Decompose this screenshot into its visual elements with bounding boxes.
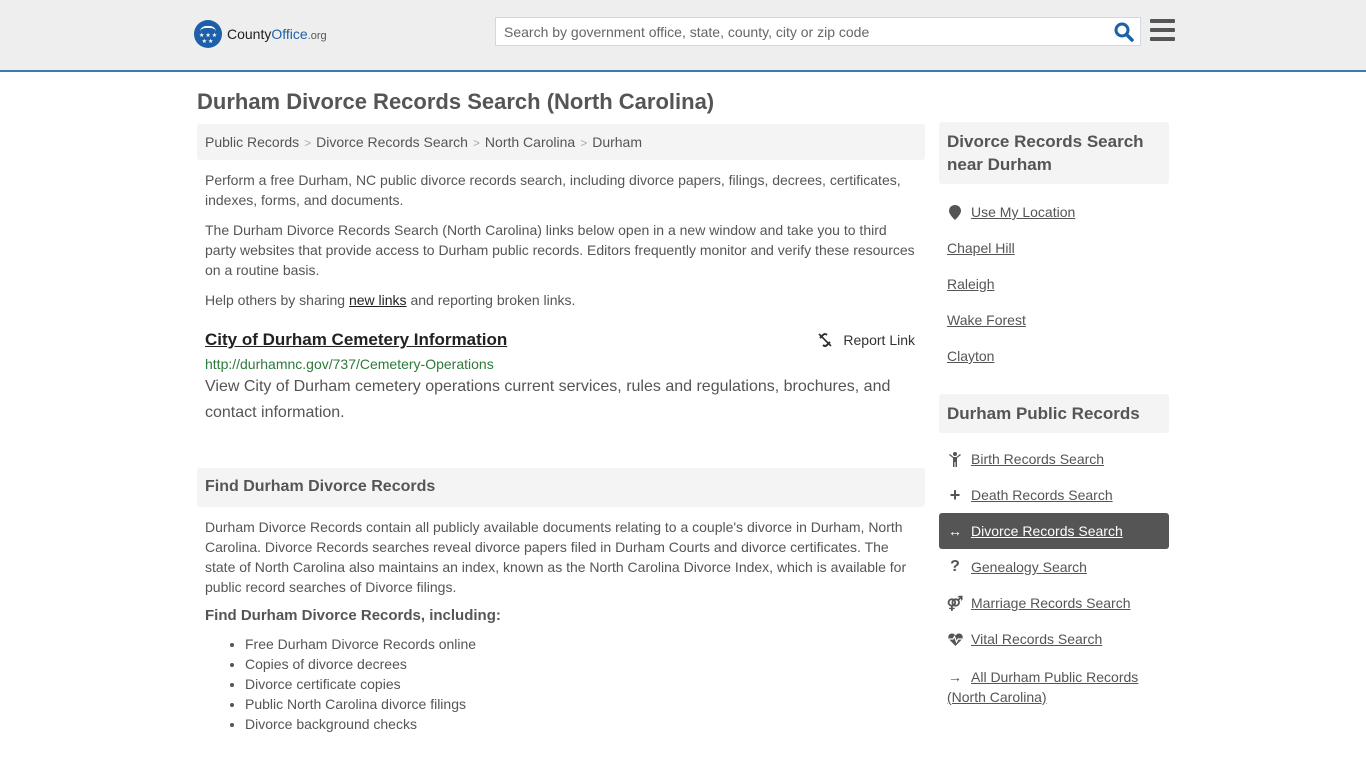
- heartbeat-icon: [947, 632, 963, 646]
- breadcrumb-north-carolina[interactable]: North Carolina: [485, 134, 575, 150]
- logo-text: CountyOffice.org: [227, 26, 327, 42]
- use-my-location-item[interactable]: Use My Location: [939, 194, 1169, 230]
- search-icon[interactable]: [1114, 22, 1134, 42]
- sidebar-item-vital-records[interactable]: Vital Records Search: [939, 621, 1169, 657]
- city-link-clayton[interactable]: Clayton: [947, 348, 994, 364]
- site-logo[interactable]: ★★★ ★★ CountyOffice.org: [194, 20, 327, 48]
- sidebar-item-genealogy[interactable]: ? Genealogy Search: [939, 549, 1169, 585]
- plus-icon: +: [949, 484, 961, 505]
- sidebar-item-death-records[interactable]: + Death Records Search: [939, 477, 1169, 513]
- disclaimer-paragraph: The Durham Divorce Records Search (North…: [205, 222, 915, 278]
- sidebar-item-birth-records[interactable]: Birth Records Search: [939, 441, 1169, 477]
- report-link-button[interactable]: Report Link: [817, 332, 915, 348]
- nearby-city-item[interactable]: Chapel Hill: [939, 230, 1169, 266]
- search-input[interactable]: [496, 18, 1096, 45]
- city-link-raleigh[interactable]: Raleigh: [947, 276, 994, 292]
- list-item: Public North Carolina divorce filings: [245, 694, 925, 714]
- search-box: [495, 17, 1141, 46]
- page-title: Durham Divorce Records Search (North Car…: [197, 89, 715, 114]
- question-icon: ?: [950, 558, 960, 575]
- share-paragraph: Help others by sharing new links and rep…: [205, 292, 576, 308]
- breadcrumb-separator: >: [580, 136, 588, 150]
- result-description: View City of Durham cemetery operations …: [205, 378, 891, 421]
- child-icon: [947, 451, 963, 467]
- list-item: Copies of divorce decrees: [245, 654, 925, 674]
- breadcrumb: Public Records > Divorce Records Search > No…: [197, 124, 925, 160]
- hamburger-menu-icon[interactable]: [1150, 19, 1175, 41]
- list-item: Free Durham Divorce Records online: [245, 634, 925, 654]
- sidebar-item-all-public-records[interactable]: → All Durham Public Records (North Caroli…: [939, 657, 1169, 707]
- breadcrumb-separator: >: [472, 136, 480, 150]
- breadcrumb-public-records[interactable]: Public Records: [205, 134, 299, 150]
- sidebar-item-marriage-records[interactable]: ⚤ Marriage Records Search: [939, 585, 1169, 621]
- sidebar: Divorce Records Search near Durham Use M…: [939, 122, 1169, 707]
- new-links-link[interactable]: new links: [349, 292, 407, 308]
- list-item: Divorce certificate copies: [245, 674, 925, 694]
- public-records-list: Birth Records Search + Death Records Sea…: [939, 441, 1169, 707]
- result-item: City of Durham Cemetery Information Repo…: [197, 330, 925, 426]
- breadcrumb-separator: >: [304, 136, 312, 150]
- nearby-list: Use My Location Chapel Hill Raleigh Wake…: [939, 194, 1169, 374]
- list-item: Divorce background checks: [245, 714, 925, 734]
- broken-link-icon: [818, 333, 832, 347]
- breadcrumb-divorce-records[interactable]: Divorce Records Search: [316, 134, 468, 150]
- result-title-link[interactable]: City of Durham Cemetery Information: [205, 330, 507, 349]
- use-my-location-link[interactable]: Use My Location: [971, 204, 1075, 220]
- arrows-h-icon: ↔: [948, 523, 962, 539]
- venus-mars-icon: ⚤: [946, 594, 964, 611]
- public-records-heading: Durham Public Records: [939, 394, 1169, 433]
- find-records-list: Free Durham Divorce Records online Copie…: [197, 634, 925, 734]
- nearby-city-item[interactable]: Wake Forest: [939, 302, 1169, 338]
- main-content: Public Records > Divorce Records Search > No…: [197, 124, 925, 734]
- sidebar-item-divorce-records[interactable]: ↔ Divorce Records Search: [939, 513, 1169, 549]
- find-records-subheading: Find Durham Divorce Records, including:: [205, 607, 501, 624]
- nearby-city-item[interactable]: Raleigh: [939, 266, 1169, 302]
- breadcrumb-durham[interactable]: Durham: [592, 134, 642, 150]
- city-link-chapel-hill[interactable]: Chapel Hill: [947, 240, 1015, 256]
- nearby-heading: Divorce Records Search near Durham: [939, 122, 1169, 184]
- city-link-wake-forest[interactable]: Wake Forest: [947, 312, 1026, 328]
- find-records-body: Durham Divorce Records contain all publi…: [205, 519, 907, 595]
- find-records-heading: Find Durham Divorce Records: [197, 468, 925, 507]
- eagle-logo-icon: ★★★ ★★: [194, 20, 222, 48]
- result-url: http://durhamnc.gov/737/Cemetery-Operati…: [205, 356, 494, 372]
- top-header: ★★★ ★★ CountyOffice.org: [0, 0, 1366, 72]
- map-marker-icon: [947, 204, 963, 220]
- nearby-city-item[interactable]: Clayton: [939, 338, 1169, 374]
- arrow-right-icon: →: [948, 669, 962, 685]
- intro-paragraph: Perform a free Durham, NC public divorce…: [205, 172, 901, 208]
